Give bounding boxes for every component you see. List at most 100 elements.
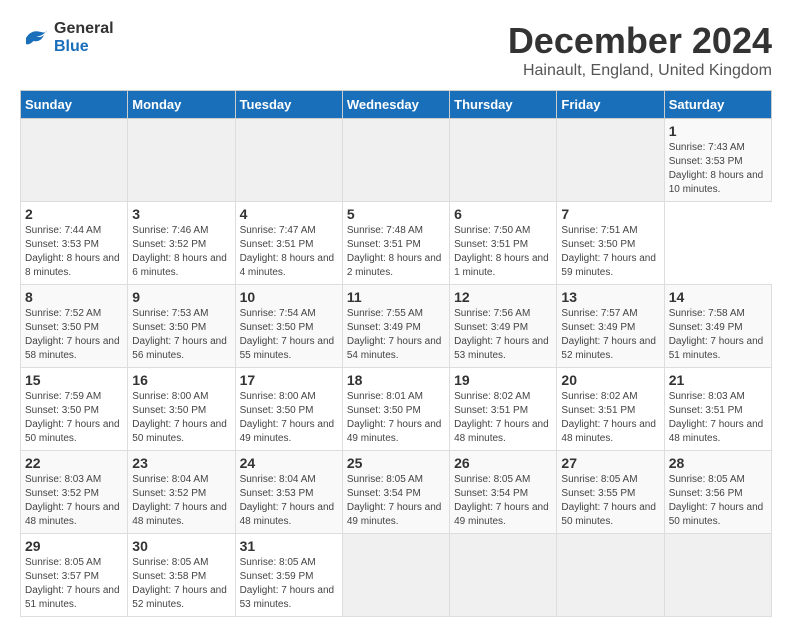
day-number: 24 xyxy=(240,455,338,471)
subtitle: Hainault, England, United Kingdom xyxy=(508,62,772,80)
calendar-day-cell: 7 Sunrise: 7:51 AM Sunset: 3:50 PM Dayli… xyxy=(557,202,664,285)
calendar-day-cell: 12 Sunrise: 7:56 AM Sunset: 3:49 PM Dayl… xyxy=(450,285,557,368)
calendar-day-cell: 18 Sunrise: 8:01 AM Sunset: 3:50 PM Dayl… xyxy=(342,368,449,451)
weekday-header-row: SundayMondayTuesdayWednesdayThursdayFrid… xyxy=(21,91,772,119)
day-detail: Sunrise: 7:46 AM Sunset: 3:52 PM Dayligh… xyxy=(132,224,230,280)
day-detail: Sunrise: 8:02 AM Sunset: 3:51 PM Dayligh… xyxy=(454,390,552,446)
calendar-day-cell xyxy=(235,119,342,202)
day-detail: Sunrise: 8:05 AM Sunset: 3:57 PM Dayligh… xyxy=(25,556,123,612)
weekday-header: Wednesday xyxy=(342,91,449,119)
day-number: 27 xyxy=(561,455,659,471)
day-detail: Sunrise: 8:05 AM Sunset: 3:54 PM Dayligh… xyxy=(347,473,445,529)
calendar-day-cell: 16 Sunrise: 8:00 AM Sunset: 3:50 PM Dayl… xyxy=(128,368,235,451)
day-number: 15 xyxy=(25,372,123,388)
logo-bird-icon xyxy=(20,23,50,53)
calendar-day-cell xyxy=(342,119,449,202)
day-number: 11 xyxy=(347,289,445,305)
calendar-day-cell: 1 Sunrise: 7:43 AM Sunset: 3:53 PM Dayli… xyxy=(664,119,771,202)
day-detail: Sunrise: 7:44 AM Sunset: 3:53 PM Dayligh… xyxy=(25,224,123,280)
calendar-day-cell xyxy=(557,534,664,617)
page-header: General Blue December 2024 Hainault, Eng… xyxy=(20,20,772,80)
day-number: 26 xyxy=(454,455,552,471)
calendar-day-cell xyxy=(128,119,235,202)
calendar-week-row: 29 Sunrise: 8:05 AM Sunset: 3:57 PM Dayl… xyxy=(21,534,772,617)
calendar-day-cell: 28 Sunrise: 8:05 AM Sunset: 3:56 PM Dayl… xyxy=(664,451,771,534)
day-number: 31 xyxy=(240,538,338,554)
day-number: 5 xyxy=(347,206,445,222)
calendar-day-cell: 23 Sunrise: 8:04 AM Sunset: 3:52 PM Dayl… xyxy=(128,451,235,534)
calendar-week-row: 22 Sunrise: 8:03 AM Sunset: 3:52 PM Dayl… xyxy=(21,451,772,534)
calendar-day-cell: 22 Sunrise: 8:03 AM Sunset: 3:52 PM Dayl… xyxy=(21,451,128,534)
calendar-week-row: 2 Sunrise: 7:44 AM Sunset: 3:53 PM Dayli… xyxy=(21,202,772,285)
day-number: 8 xyxy=(25,289,123,305)
calendar-day-cell: 21 Sunrise: 8:03 AM Sunset: 3:51 PM Dayl… xyxy=(664,368,771,451)
calendar-day-cell: 3 Sunrise: 7:46 AM Sunset: 3:52 PM Dayli… xyxy=(128,202,235,285)
day-number: 10 xyxy=(240,289,338,305)
calendar-week-row: 15 Sunrise: 7:59 AM Sunset: 3:50 PM Dayl… xyxy=(21,368,772,451)
calendar-day-cell: 27 Sunrise: 8:05 AM Sunset: 3:55 PM Dayl… xyxy=(557,451,664,534)
day-detail: Sunrise: 8:00 AM Sunset: 3:50 PM Dayligh… xyxy=(132,390,230,446)
day-detail: Sunrise: 7:53 AM Sunset: 3:50 PM Dayligh… xyxy=(132,307,230,363)
day-number: 23 xyxy=(132,455,230,471)
day-detail: Sunrise: 8:02 AM Sunset: 3:51 PM Dayligh… xyxy=(561,390,659,446)
calendar-day-cell: 24 Sunrise: 8:04 AM Sunset: 3:53 PM Dayl… xyxy=(235,451,342,534)
day-detail: Sunrise: 7:57 AM Sunset: 3:49 PM Dayligh… xyxy=(561,307,659,363)
calendar-day-cell: 9 Sunrise: 7:53 AM Sunset: 3:50 PM Dayli… xyxy=(128,285,235,368)
day-detail: Sunrise: 8:04 AM Sunset: 3:52 PM Dayligh… xyxy=(132,473,230,529)
weekday-header: Sunday xyxy=(21,91,128,119)
day-number: 13 xyxy=(561,289,659,305)
calendar-day-cell: 4 Sunrise: 7:47 AM Sunset: 3:51 PM Dayli… xyxy=(235,202,342,285)
day-number: 30 xyxy=(132,538,230,554)
logo-general: General xyxy=(54,20,114,37)
calendar-day-cell: 20 Sunrise: 8:02 AM Sunset: 3:51 PM Dayl… xyxy=(557,368,664,451)
calendar-day-cell: 19 Sunrise: 8:02 AM Sunset: 3:51 PM Dayl… xyxy=(450,368,557,451)
day-number: 1 xyxy=(669,123,767,139)
calendar-day-cell: 13 Sunrise: 7:57 AM Sunset: 3:49 PM Dayl… xyxy=(557,285,664,368)
day-number: 18 xyxy=(347,372,445,388)
calendar-day-cell: 15 Sunrise: 7:59 AM Sunset: 3:50 PM Dayl… xyxy=(21,368,128,451)
day-detail: Sunrise: 7:43 AM Sunset: 3:53 PM Dayligh… xyxy=(669,141,767,197)
day-detail: Sunrise: 8:04 AM Sunset: 3:53 PM Dayligh… xyxy=(240,473,338,529)
logo: General Blue xyxy=(20,20,114,56)
day-detail: Sunrise: 8:05 AM Sunset: 3:55 PM Dayligh… xyxy=(561,473,659,529)
day-number: 17 xyxy=(240,372,338,388)
calendar-week-row: 1 Sunrise: 7:43 AM Sunset: 3:53 PM Dayli… xyxy=(21,119,772,202)
weekday-header: Tuesday xyxy=(235,91,342,119)
day-number: 19 xyxy=(454,372,552,388)
day-detail: Sunrise: 7:51 AM Sunset: 3:50 PM Dayligh… xyxy=(561,224,659,280)
day-detail: Sunrise: 8:05 AM Sunset: 3:58 PM Dayligh… xyxy=(132,556,230,612)
weekday-header: Monday xyxy=(128,91,235,119)
day-number: 2 xyxy=(25,206,123,222)
day-number: 22 xyxy=(25,455,123,471)
calendar-day-cell: 2 Sunrise: 7:44 AM Sunset: 3:53 PM Dayli… xyxy=(21,202,128,285)
calendar-day-cell: 31 Sunrise: 8:05 AM Sunset: 3:59 PM Dayl… xyxy=(235,534,342,617)
logo-text: General Blue xyxy=(54,20,114,56)
day-detail: Sunrise: 7:55 AM Sunset: 3:49 PM Dayligh… xyxy=(347,307,445,363)
title-area: December 2024 Hainault, England, United … xyxy=(508,20,772,80)
calendar-day-cell xyxy=(450,534,557,617)
day-detail: Sunrise: 7:54 AM Sunset: 3:50 PM Dayligh… xyxy=(240,307,338,363)
calendar-day-cell: 6 Sunrise: 7:50 AM Sunset: 3:51 PM Dayli… xyxy=(450,202,557,285)
calendar-week-row: 8 Sunrise: 7:52 AM Sunset: 3:50 PM Dayli… xyxy=(21,285,772,368)
calendar-table: SundayMondayTuesdayWednesdayThursdayFrid… xyxy=(20,90,772,617)
day-detail: Sunrise: 8:03 AM Sunset: 3:51 PM Dayligh… xyxy=(669,390,767,446)
calendar-day-cell: 29 Sunrise: 8:05 AM Sunset: 3:57 PM Dayl… xyxy=(21,534,128,617)
day-number: 20 xyxy=(561,372,659,388)
calendar-day-cell: 30 Sunrise: 8:05 AM Sunset: 3:58 PM Dayl… xyxy=(128,534,235,617)
day-detail: Sunrise: 7:52 AM Sunset: 3:50 PM Dayligh… xyxy=(25,307,123,363)
day-detail: Sunrise: 8:05 AM Sunset: 3:54 PM Dayligh… xyxy=(454,473,552,529)
day-detail: Sunrise: 7:50 AM Sunset: 3:51 PM Dayligh… xyxy=(454,224,552,280)
day-detail: Sunrise: 8:05 AM Sunset: 3:56 PM Dayligh… xyxy=(669,473,767,529)
calendar-day-cell: 26 Sunrise: 8:05 AM Sunset: 3:54 PM Dayl… xyxy=(450,451,557,534)
day-number: 3 xyxy=(132,206,230,222)
day-detail: Sunrise: 7:48 AM Sunset: 3:51 PM Dayligh… xyxy=(347,224,445,280)
day-number: 12 xyxy=(454,289,552,305)
day-number: 29 xyxy=(25,538,123,554)
weekday-header: Friday xyxy=(557,91,664,119)
day-detail: Sunrise: 7:59 AM Sunset: 3:50 PM Dayligh… xyxy=(25,390,123,446)
calendar-day-cell xyxy=(21,119,128,202)
main-title: December 2024 xyxy=(508,20,772,62)
day-number: 25 xyxy=(347,455,445,471)
day-number: 28 xyxy=(669,455,767,471)
day-number: 9 xyxy=(132,289,230,305)
